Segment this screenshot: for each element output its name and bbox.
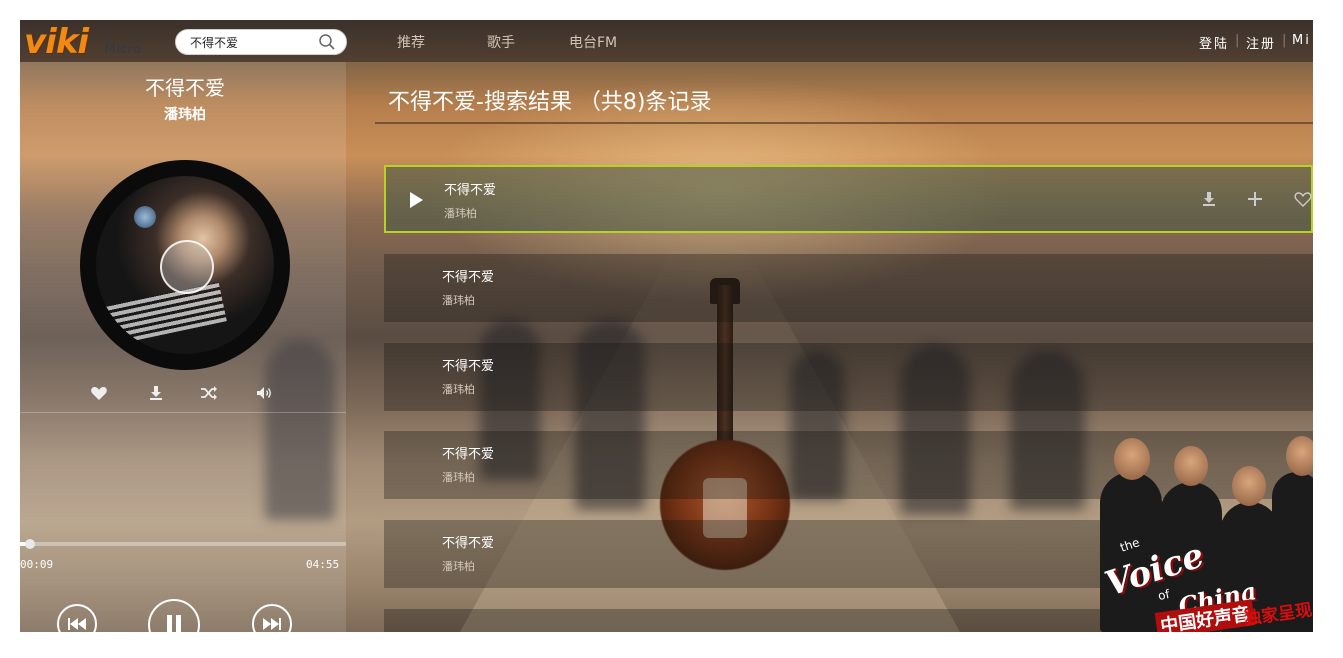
- next-button[interactable]: [252, 604, 292, 632]
- heart-icon[interactable]: [1294, 190, 1312, 208]
- song-title: 不得不爱: [442, 270, 495, 285]
- results-heading: 不得不爱-搜索结果 （共8)条记录: [388, 90, 712, 115]
- volume-icon[interactable]: [255, 384, 273, 402]
- badge-of: of: [1156, 586, 1171, 604]
- nav-item-radio[interactable]: 电台FM: [569, 32, 617, 52]
- next-icon: [263, 618, 281, 630]
- song-artist: 潘玮柏: [442, 383, 475, 396]
- player-panel: 不得不爱 潘玮柏 00:09 04:55: [20, 62, 346, 632]
- more-link[interactable]: Mi: [1292, 33, 1311, 48]
- cd-icon: [134, 206, 156, 228]
- song-row[interactable]: 不得不爱 潘玮柏: [384, 254, 1313, 322]
- progress-bar[interactable]: [20, 539, 346, 549]
- coach-image: [1286, 436, 1313, 476]
- nav-item-recommend[interactable]: 推荐: [397, 32, 425, 52]
- download-icon[interactable]: [147, 384, 165, 402]
- coach-image: [1114, 438, 1150, 480]
- search-icon[interactable]: [318, 33, 336, 51]
- song-title: 不得不爱: [442, 536, 495, 551]
- plus-icon[interactable]: [1246, 190, 1264, 208]
- auth-divider: |: [1282, 33, 1287, 48]
- now-playing-artist: 潘玮柏: [164, 107, 206, 123]
- app-window: viki Micro 推荐 歌手 电台FM 登陆 | 注册 | Mi 不得不爱 …: [20, 20, 1313, 632]
- song-row[interactable]: 不得不爱 潘玮柏: [384, 343, 1313, 411]
- song-artist: 潘玮柏: [444, 207, 477, 220]
- heart-icon[interactable]: [90, 384, 108, 402]
- song-row[interactable]: 不得不爱 潘玮柏: [384, 165, 1313, 233]
- pause-icon: [167, 615, 181, 632]
- now-playing-title: 不得不爱: [145, 76, 225, 100]
- nav-item-singers[interactable]: 歌手: [487, 32, 515, 52]
- voice-of-china-badge[interactable]: the Voice of China 中国好声音 独家呈现: [1060, 410, 1313, 632]
- coach-image: [1232, 466, 1266, 506]
- song-artist: 潘玮柏: [442, 294, 475, 307]
- album-disc: [80, 160, 290, 370]
- top-bar: viki Micro 推荐 歌手 电台FM 登陆 | 注册 | Mi: [20, 20, 1313, 62]
- logo: viki: [24, 22, 89, 62]
- current-time: 00:09: [20, 558, 54, 571]
- total-time: 04:55: [306, 558, 340, 571]
- divider: [20, 412, 346, 413]
- song-title: 不得不爱: [442, 447, 495, 462]
- shuffle-icon[interactable]: [200, 384, 218, 402]
- logo-subtitle: Micro: [104, 42, 142, 56]
- song-artist: 潘玮柏: [442, 560, 475, 573]
- progress-knob[interactable]: [24, 539, 35, 549]
- coach-image: [1174, 446, 1208, 486]
- album-cover-text: [101, 281, 227, 347]
- previous-icon: [68, 618, 86, 630]
- search-box: [175, 29, 347, 55]
- download-icon[interactable]: [1200, 190, 1218, 208]
- disc-center: [160, 240, 214, 294]
- login-link[interactable]: 登陆: [1199, 33, 1229, 52]
- song-title: 不得不爱: [444, 183, 497, 198]
- song-artist: 潘玮柏: [442, 471, 475, 484]
- register-link[interactable]: 注册: [1246, 33, 1276, 52]
- previous-button[interactable]: [57, 604, 97, 632]
- auth-divider: |: [1235, 33, 1240, 48]
- results-divider: [375, 122, 1313, 124]
- play-icon[interactable]: [408, 191, 424, 209]
- song-title: 不得不爱: [442, 359, 495, 374]
- search-input[interactable]: [190, 33, 310, 51]
- pause-button[interactable]: [148, 599, 200, 632]
